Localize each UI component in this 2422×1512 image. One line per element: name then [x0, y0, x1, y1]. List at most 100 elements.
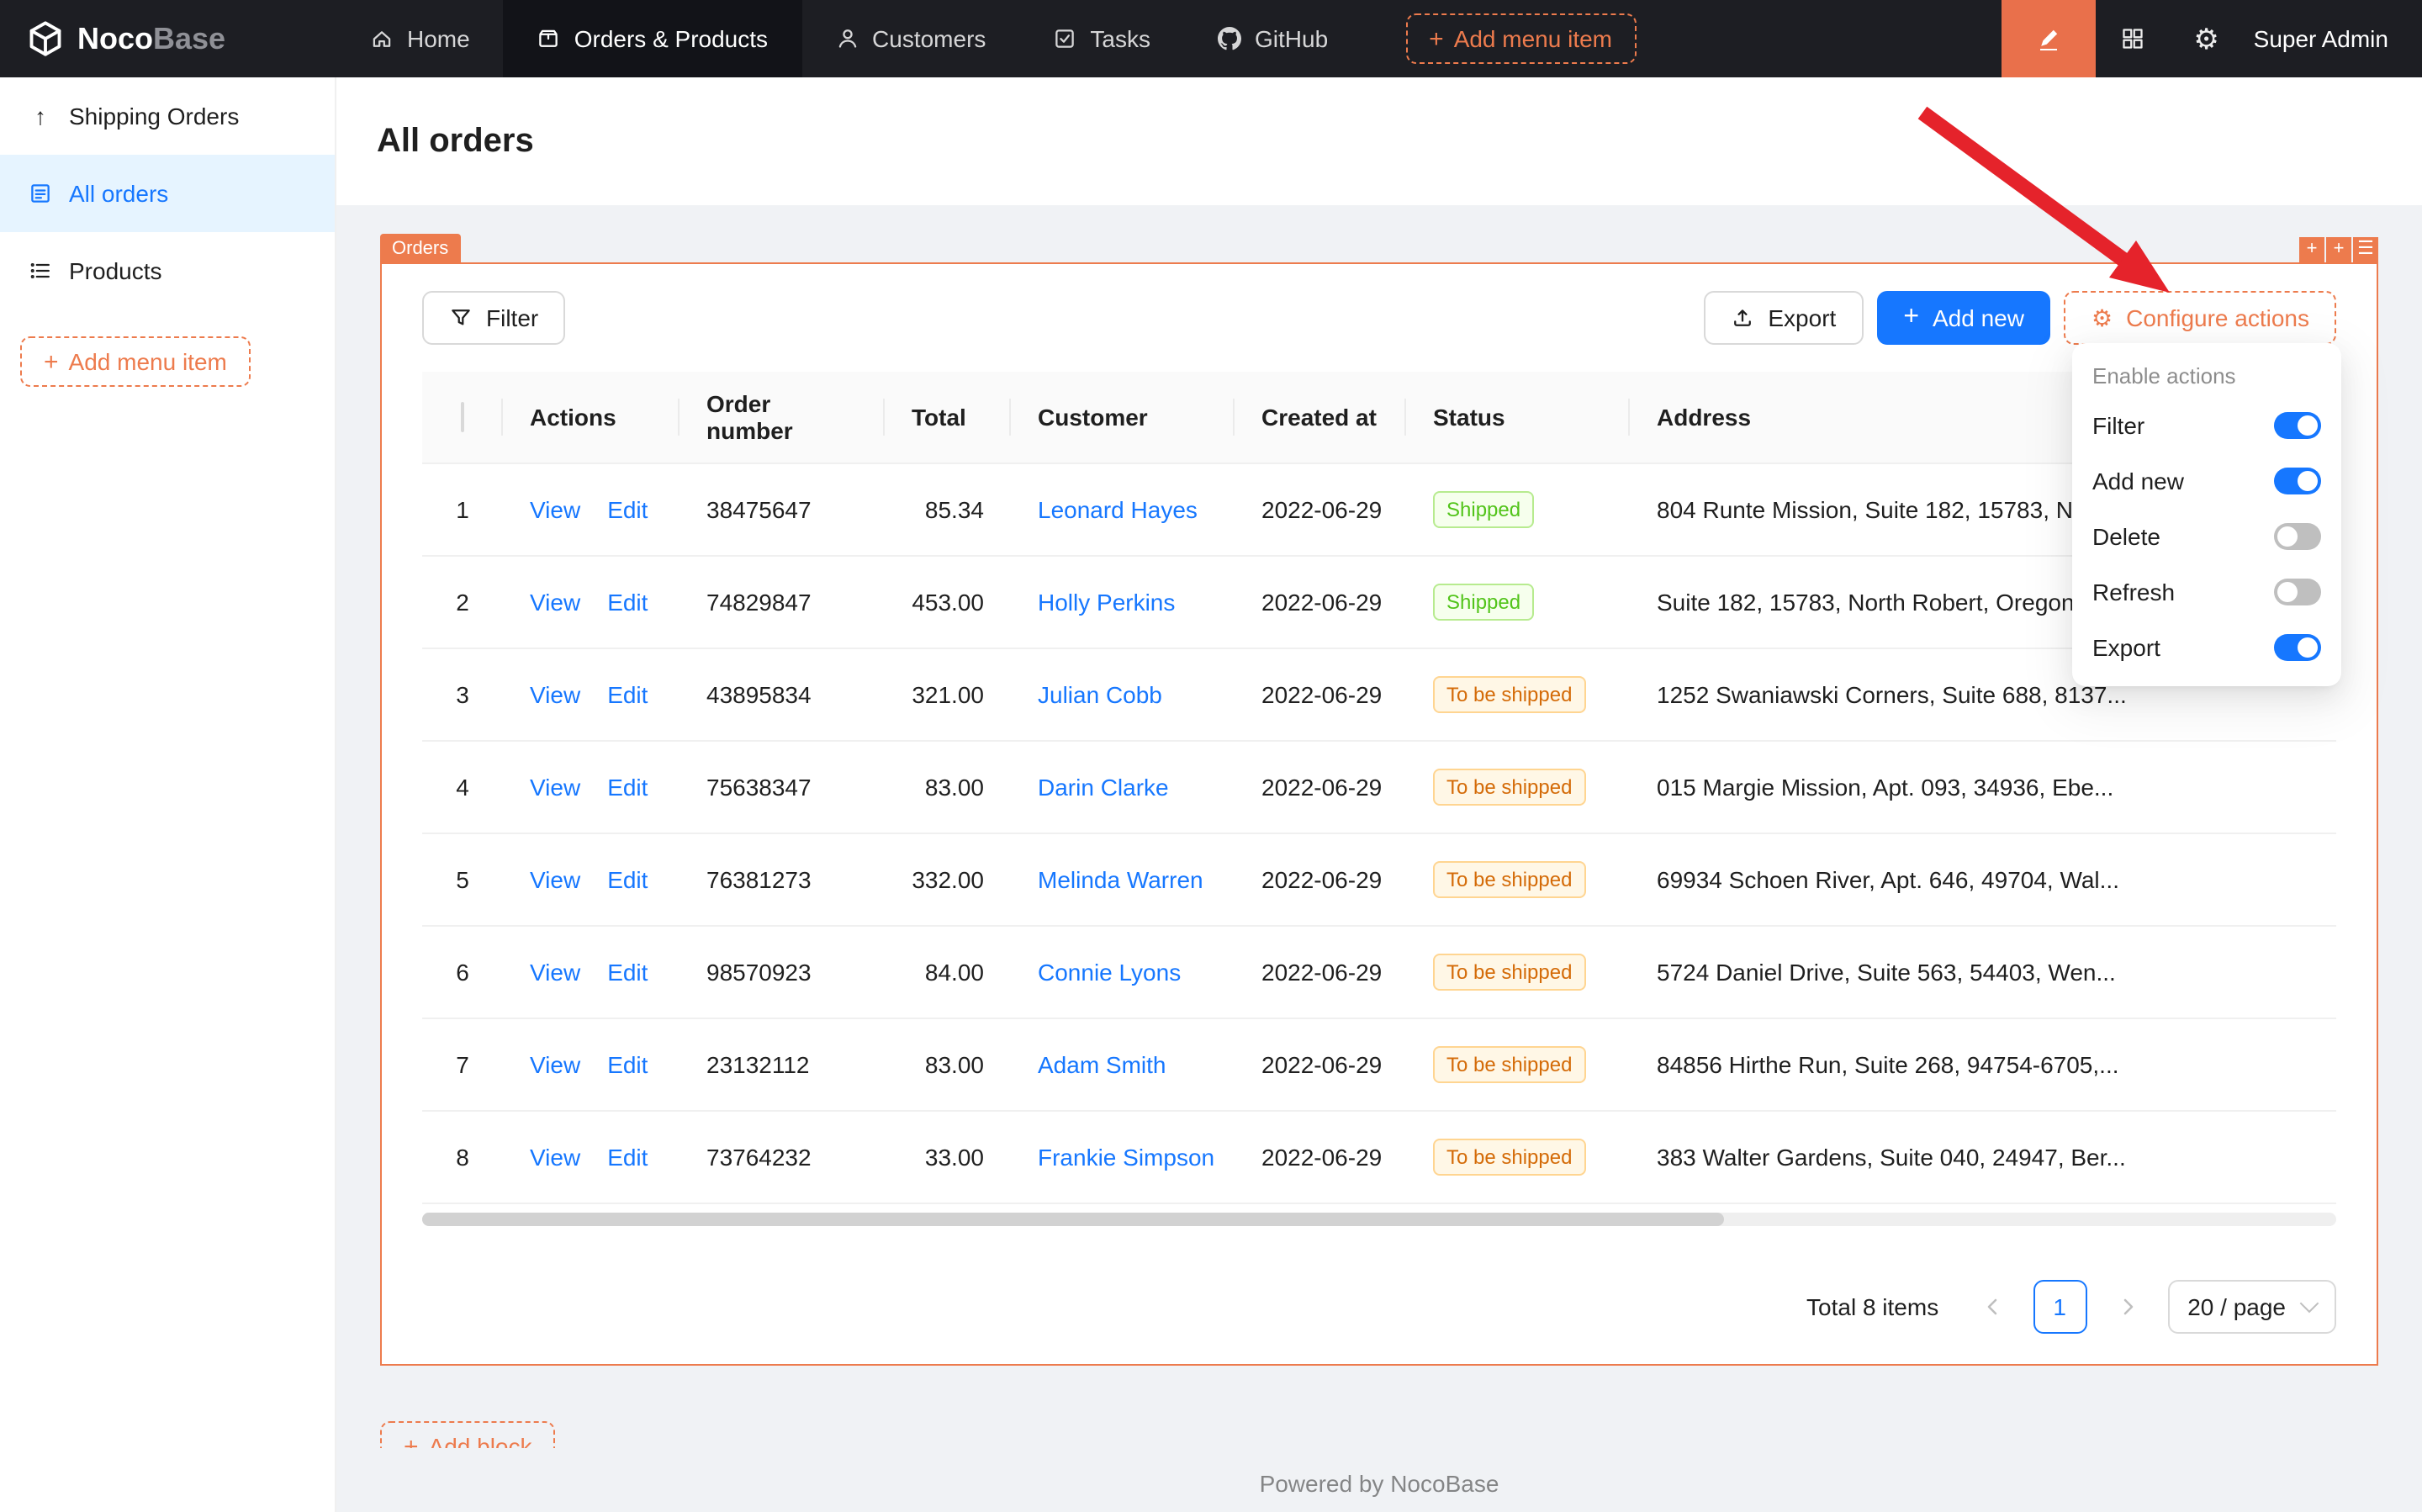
- page-header: All orders: [336, 77, 2422, 205]
- add-new-button[interactable]: + Add new: [1876, 291, 2051, 345]
- export-button[interactable]: Export: [1704, 291, 1863, 345]
- delete-toggle-switch[interactable]: [2274, 522, 2321, 549]
- view-link[interactable]: View: [530, 589, 580, 616]
- horizontal-scrollbar-thumb[interactable]: [422, 1213, 1724, 1226]
- table-row: 7 ViewEdit 23132112 83.00 Adam Smith 202…: [422, 1018, 2336, 1111]
- page-size-select[interactable]: 20 / page: [2167, 1280, 2336, 1334]
- view-link[interactable]: View: [530, 681, 580, 708]
- configure-actions-button[interactable]: ⚙ Configure actions: [2065, 291, 2336, 345]
- pagination: Total 8 items 1 20 / page: [422, 1253, 2336, 1364]
- horizontal-scrollbar: [422, 1213, 2336, 1226]
- table-row: 6 ViewEdit 98570923 84.00 Connie Lyons 2…: [422, 926, 2336, 1018]
- settings-button[interactable]: ⚙: [2170, 0, 2244, 77]
- column-header-actions: Actions: [503, 372, 680, 463]
- block-menu-icon[interactable]: ☰: [2353, 237, 2378, 262]
- status-badge: To be shipped: [1433, 769, 1585, 806]
- created-at-cell: 2022-06-29: [1235, 926, 1406, 1018]
- block-designer-toolbar: + + ☰: [2299, 237, 2378, 262]
- highlighter-icon: [2035, 25, 2062, 52]
- edit-link[interactable]: Edit: [607, 1144, 648, 1171]
- navbar-add-menu-item-button[interactable]: + Add menu item: [1405, 13, 1636, 64]
- nav-item-github[interactable]: GitHub: [1184, 0, 1362, 77]
- menu-item-filter[interactable]: Filter: [2072, 397, 2341, 452]
- view-link[interactable]: View: [530, 959, 580, 986]
- table-row: 4 ViewEdit 75638347 83.00 Darin Clarke 2…: [422, 741, 2336, 833]
- select-all-checkbox[interactable]: [461, 402, 464, 432]
- navbar-right: ⚙ Super Admin: [2002, 0, 2422, 77]
- row-index: 5: [422, 833, 503, 926]
- nav-item-customers[interactable]: Customers: [801, 0, 1019, 77]
- sidebar-item-products[interactable]: Products: [0, 232, 335, 309]
- view-link[interactable]: View: [530, 496, 580, 523]
- customer-link[interactable]: Holly Perkins: [1038, 589, 1175, 616]
- top-navbar: NocoBase Home Orders & Products Customer…: [0, 0, 2422, 77]
- plus-icon: +: [1903, 304, 1919, 331]
- menu-item-export[interactable]: Export: [2072, 619, 2341, 674]
- edit-link[interactable]: Edit: [607, 959, 648, 986]
- view-link[interactable]: View: [530, 1051, 580, 1078]
- customer-link[interactable]: Darin Clarke: [1038, 774, 1169, 801]
- view-link[interactable]: View: [530, 1144, 580, 1171]
- add-block-button[interactable]: + Add block: [380, 1421, 556, 1448]
- menu-item-delete[interactable]: Delete: [2072, 508, 2341, 563]
- row-index: 2: [422, 556, 503, 648]
- total-cell: 453.00: [885, 556, 1011, 648]
- chevron-right-icon: [2118, 1298, 2135, 1315]
- main-menu: Home Orders & Products Customers Tasks G…: [336, 0, 1362, 77]
- grid-icon: [2121, 27, 2144, 50]
- view-link[interactable]: View: [530, 866, 580, 893]
- sidebar: ↑ Shipping Orders All orders Products + …: [0, 77, 336, 1512]
- customer-link[interactable]: Connie Lyons: [1038, 959, 1181, 986]
- filter-button[interactable]: Filter: [422, 291, 565, 345]
- edit-link[interactable]: Edit: [607, 681, 648, 708]
- page-number-button[interactable]: 1: [2033, 1280, 2086, 1334]
- gear-icon: ⚙: [2193, 24, 2219, 53]
- sidebar-item-all-orders[interactable]: All orders: [0, 155, 335, 232]
- plugins-grid-button[interactable]: [2096, 0, 2170, 77]
- nav-item-orders-products[interactable]: Orders & Products: [504, 0, 801, 77]
- created-at-cell: 2022-06-29: [1235, 1018, 1406, 1111]
- initializer-plus-icon[interactable]: +: [2326, 237, 2351, 262]
- brand-logo[interactable]: NocoBase: [0, 0, 336, 77]
- total-cell: 332.00: [885, 833, 1011, 926]
- edit-link[interactable]: Edit: [607, 774, 648, 801]
- total-cell: 83.00: [885, 741, 1011, 833]
- box-icon: [537, 27, 561, 50]
- row-index: 6: [422, 926, 503, 1018]
- sidebar-item-shipping-orders[interactable]: ↑ Shipping Orders: [0, 77, 335, 155]
- edit-link[interactable]: Edit: [607, 1051, 648, 1078]
- form-icon: [29, 182, 52, 205]
- next-page-button[interactable]: [2100, 1280, 2154, 1334]
- refresh-toggle-switch[interactable]: [2274, 578, 2321, 605]
- drag-handle-icon[interactable]: +: [2299, 237, 2324, 262]
- ui-editor-toggle-button[interactable]: [2002, 0, 2096, 77]
- column-header-customer: Customer: [1011, 372, 1235, 463]
- nav-item-tasks[interactable]: Tasks: [1019, 0, 1184, 77]
- nocobase-logo-icon: [27, 20, 64, 57]
- customer-link[interactable]: Leonard Hayes: [1038, 496, 1198, 523]
- customer-link[interactable]: Melinda Warren: [1038, 866, 1203, 893]
- customer-link[interactable]: Adam Smith: [1038, 1051, 1166, 1078]
- customer-link[interactable]: Frankie Simpson: [1038, 1144, 1214, 1171]
- powered-by-footer: Powered by NocoBase: [336, 1470, 2422, 1497]
- created-at-cell: 2022-06-29: [1235, 463, 1406, 556]
- address-cell: 84856 Hirthe Run, Suite 268, 94754-6705,…: [1630, 1018, 2336, 1111]
- edit-link[interactable]: Edit: [607, 496, 648, 523]
- orders-table: Actions Order number Total Customer Crea…: [422, 372, 2336, 1204]
- prev-page-button[interactable]: [1965, 1280, 2019, 1334]
- view-link[interactable]: View: [530, 774, 580, 801]
- created-at-cell: 2022-06-29: [1235, 556, 1406, 648]
- user-menu[interactable]: Super Admin: [2244, 25, 2422, 52]
- filter-toggle-switch[interactable]: [2274, 411, 2321, 438]
- nav-item-home[interactable]: Home: [336, 0, 504, 77]
- page-title: All orders: [377, 122, 534, 161]
- sidebar-add-menu-item-button[interactable]: + Add menu item: [20, 336, 251, 387]
- edit-link[interactable]: Edit: [607, 866, 648, 893]
- menu-item-add-new[interactable]: Add new: [2072, 452, 2341, 508]
- add-new-toggle-switch[interactable]: [2274, 467, 2321, 494]
- menu-item-refresh[interactable]: Refresh: [2072, 563, 2341, 619]
- export-toggle-switch[interactable]: [2274, 633, 2321, 660]
- customer-link[interactable]: Julian Cobb: [1038, 681, 1162, 708]
- total-cell: 33.00: [885, 1111, 1011, 1203]
- edit-link[interactable]: Edit: [607, 589, 648, 616]
